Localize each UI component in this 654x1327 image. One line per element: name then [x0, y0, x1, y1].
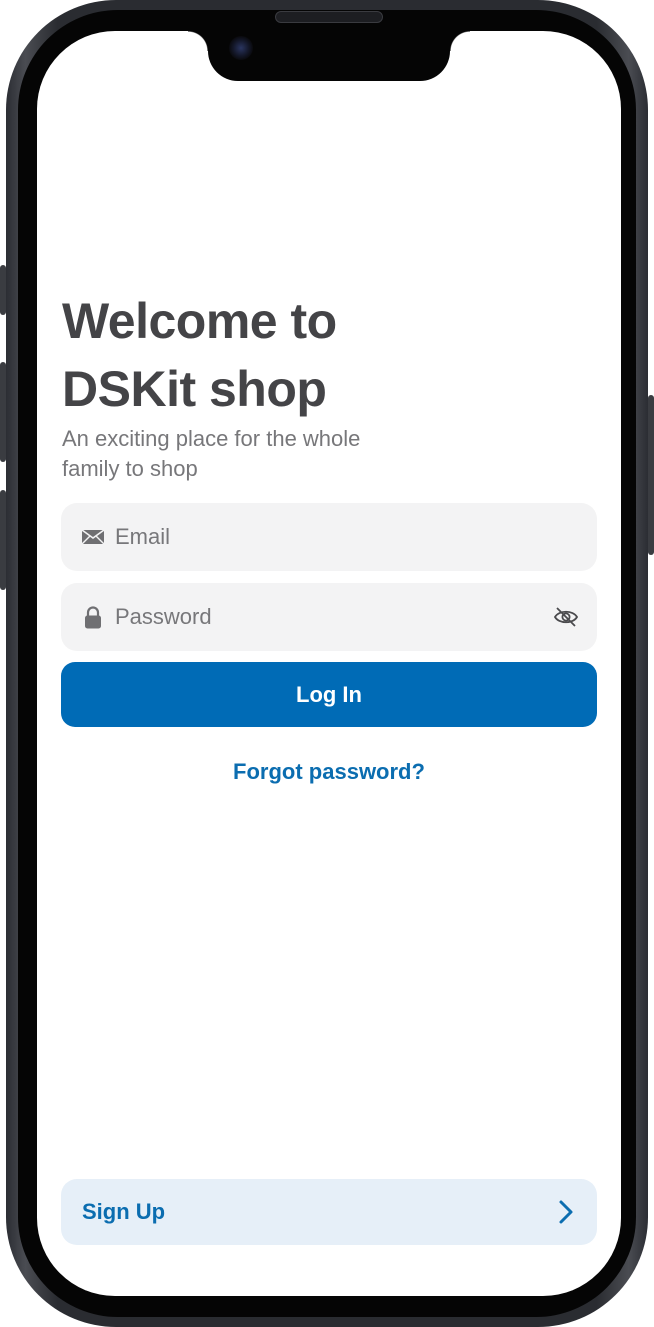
side-button-power — [648, 395, 654, 555]
envelope-icon — [81, 525, 105, 549]
title-line-2: DSKit shop — [62, 361, 327, 417]
signup-button[interactable]: Sign Up — [61, 1179, 597, 1245]
signup-label: Sign Up — [82, 1199, 166, 1224]
login-button[interactable]: Log In — [61, 662, 597, 727]
title-line-1: Welcome to — [62, 293, 337, 349]
lock-icon — [81, 605, 105, 629]
side-button-action — [0, 265, 6, 315]
page-title: Welcome to DSKit shop — [62, 287, 582, 423]
chevron-right-icon — [557, 1199, 575, 1225]
eye-slash-icon[interactable] — [553, 605, 579, 629]
side-button-volume-down — [0, 490, 6, 590]
email-field[interactable]: Email — [61, 503, 597, 571]
page-subtitle: An exciting place for the whole family t… — [62, 424, 402, 484]
password-placeholder: Password — [115, 604, 212, 629]
subtitle-line-1: An exciting place for the whole — [62, 426, 361, 451]
speaker-grille — [275, 11, 383, 23]
subtitle-line-2: family to shop — [62, 456, 198, 481]
password-field[interactable]: Password — [61, 583, 597, 651]
side-button-volume-up — [0, 362, 6, 462]
front-camera — [229, 36, 253, 60]
forgot-password-link[interactable]: Forgot password? — [37, 757, 621, 787]
email-placeholder: Email — [115, 524, 171, 549]
phone-screen: Welcome to DSKit shop An exciting place … — [37, 31, 621, 1296]
